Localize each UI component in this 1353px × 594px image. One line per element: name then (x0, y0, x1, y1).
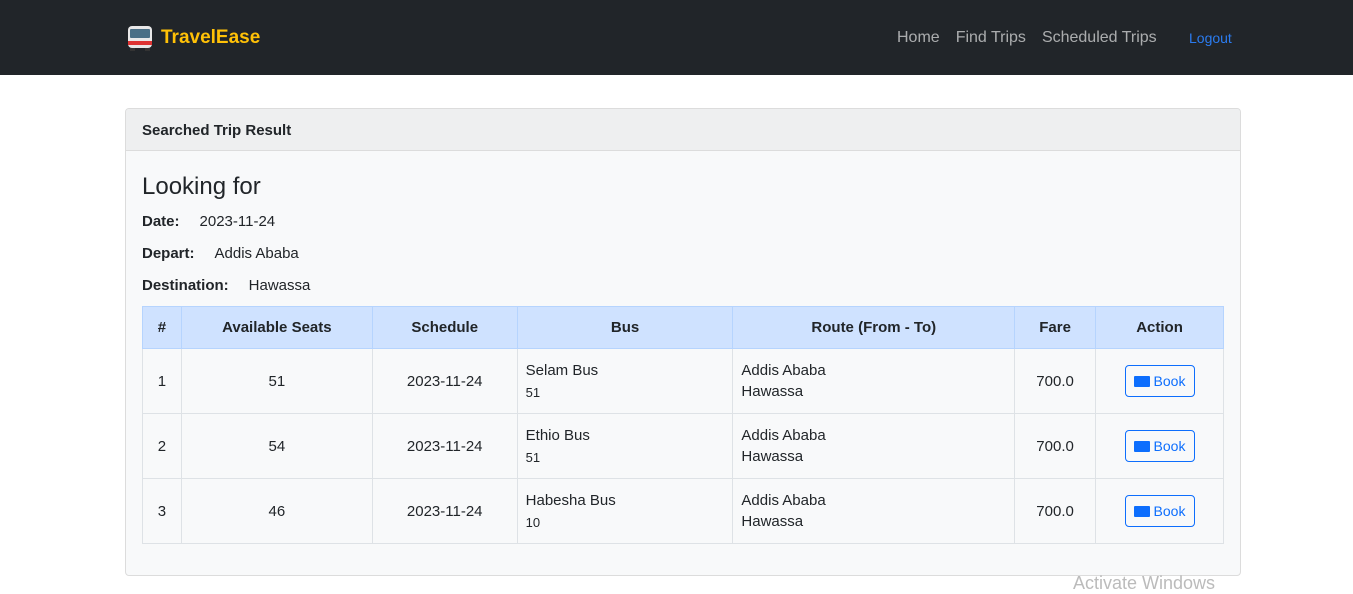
col-number: # (142, 306, 182, 349)
nav-home[interactable]: Home (897, 29, 940, 47)
bus-name: Ethio Bus (525, 427, 590, 444)
destination-label: Destination: (142, 277, 229, 294)
trip-result-card: Searched Trip Result Looking for Date: 20… (125, 108, 1241, 576)
row-number: 2 (142, 413, 182, 479)
row-number: 1 (142, 348, 182, 414)
bus-seats: 10 (525, 515, 541, 530)
brand-link[interactable]: TravelEase (125, 22, 260, 54)
schedule-date: 2023-11-24 (371, 413, 518, 479)
bus-name: Selam Bus (525, 362, 599, 379)
bus-icon (128, 26, 152, 51)
nav-find-trips[interactable]: Find Trips (956, 29, 1026, 47)
route-from: Addis Ababa (741, 492, 826, 509)
book-button[interactable]: Book (1124, 495, 1195, 527)
fare: 700.0 (1014, 413, 1097, 479)
bus-cell: Habesha Bus 10 (516, 478, 734, 544)
date-value: 2023-11-24 (199, 213, 276, 230)
table-header-row: # Available Seats Schedule Bus Route (Fr… (142, 306, 1224, 349)
col-fare: Fare (1014, 306, 1097, 349)
available-seats: 46 (180, 478, 373, 544)
criteria-date: Date: 2023-11-24 (142, 213, 1224, 231)
action-cell: Book (1095, 478, 1224, 544)
nav-scheduled-trips[interactable]: Scheduled Trips (1042, 29, 1157, 47)
bus-cell: Ethio Bus 51 (516, 413, 734, 479)
schedule-date: 2023-11-24 (371, 348, 518, 414)
book-button[interactable]: Book (1124, 430, 1195, 462)
bus-cell: Selam Bus 51 (516, 348, 734, 414)
col-route: Route (From - To) (732, 306, 1016, 349)
depart-value: Addis Ababa (214, 245, 299, 262)
fare: 700.0 (1014, 348, 1097, 414)
route-cell: Addis Ababa Hawassa (732, 348, 1016, 414)
available-seats: 51 (180, 348, 373, 414)
route-from: Addis Ababa (741, 362, 826, 379)
depart-label: Depart: (142, 245, 195, 262)
book-label: Book (1153, 438, 1186, 454)
navbar: TravelEase Home Find Trips Scheduled Tri… (0, 0, 1353, 75)
book-label: Book (1153, 373, 1186, 389)
ticket-icon (1133, 375, 1150, 387)
table-row: 1 51 2023-11-24 Selam Bus 51 Addis Ababa H… (142, 348, 1224, 414)
action-cell: Book (1095, 413, 1224, 479)
route-to: Hawassa (741, 448, 804, 465)
nav-links: Home Find Trips Scheduled Trips Logout (897, 29, 1232, 47)
date-label: Date: (142, 213, 180, 230)
fare: 700.0 (1014, 478, 1097, 544)
row-number: 3 (142, 478, 182, 544)
card-header: Searched Trip Result (126, 109, 1240, 151)
schedule-date: 2023-11-24 (371, 478, 518, 544)
logout-link[interactable]: Logout (1189, 30, 1232, 46)
bus-name: Habesha Bus (525, 492, 616, 509)
col-bus: Bus (516, 306, 734, 349)
route-cell: Addis Ababa Hawassa (732, 413, 1016, 479)
brand-name: TravelEase (161, 27, 261, 48)
book-label: Book (1153, 503, 1186, 519)
card-body: Looking for Date: 2023-11-24 Depart: Addis… (126, 151, 1240, 295)
table-row: 2 54 2023-11-24 Ethio Bus 51 Addis Ababa H… (142, 413, 1224, 479)
book-button[interactable]: Book (1124, 365, 1195, 397)
col-action: Action (1095, 306, 1224, 349)
route-cell: Addis Ababa Hawassa (732, 478, 1016, 544)
bus-seats: 51 (525, 450, 541, 465)
route-from: Addis Ababa (741, 427, 826, 444)
col-schedule: Schedule (371, 306, 518, 349)
action-cell: Book (1095, 348, 1224, 414)
destination-value: Hawassa (248, 277, 311, 294)
ticket-icon (1133, 505, 1150, 517)
route-to: Hawassa (741, 383, 804, 400)
available-seats: 54 (180, 413, 373, 479)
search-title: Looking for (142, 173, 261, 200)
ticket-icon (1133, 440, 1150, 452)
route-to: Hawassa (741, 513, 804, 530)
criteria-destination: Destination: Hawassa (142, 277, 1224, 295)
windows-activation-watermark: Activate Windows (1073, 573, 1216, 593)
trips-table: # Available Seats Schedule Bus Route (Fr… (142, 306, 1224, 544)
table-row: 3 46 2023-11-24 Habesha Bus 10 Addis Abab… (142, 478, 1224, 544)
bus-seats: 51 (525, 385, 541, 400)
col-available-seats: Available Seats (180, 306, 373, 349)
criteria-depart: Depart: Addis Ababa (142, 245, 1224, 263)
